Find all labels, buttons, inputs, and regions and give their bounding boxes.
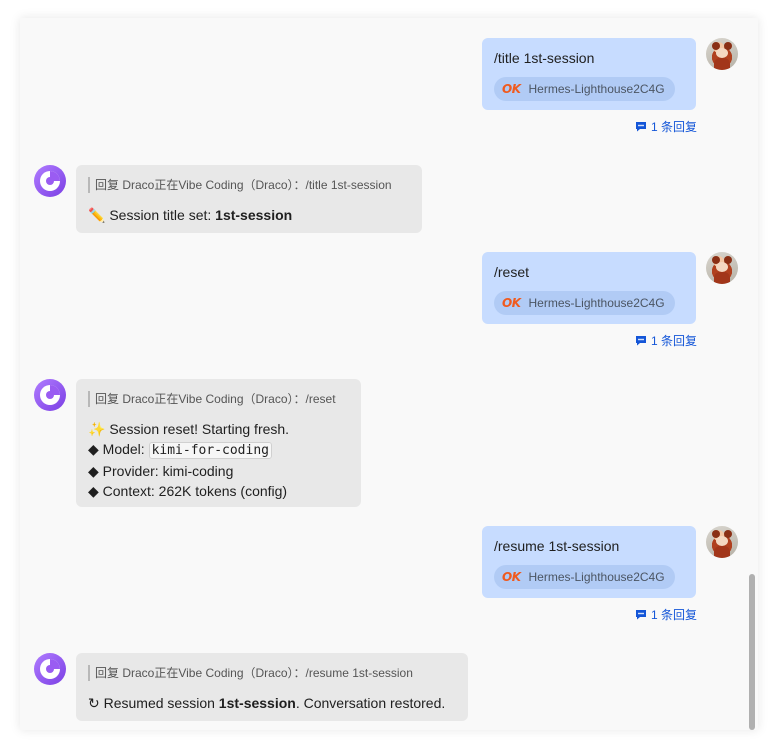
model-label: ◆ Model: <box>88 441 149 457</box>
user-message-bubble[interactable]: /resume 1st-session OK Hermes-Lighthouse… <box>482 526 696 598</box>
avatar-face <box>716 48 728 58</box>
ok-badge-icon: OK <box>502 570 521 584</box>
avatar-body <box>714 58 730 70</box>
bot-message-text: ✨ Session reset! Starting fresh. ◆ Model… <box>88 419 349 501</box>
resume-suffix: . Conversation restored. <box>295 695 446 711</box>
reply-thread-link[interactable]: 1 条回复 <box>635 332 697 349</box>
session-name: 1st-session <box>215 207 293 223</box>
comment-icon <box>636 610 646 620</box>
avatar-face <box>716 262 728 272</box>
chip-label: Hermes-Lighthouse2C4G <box>528 82 665 96</box>
purple-app-logo-icon <box>40 171 60 191</box>
reset-status-line: ✨ Session reset! Starting fresh. <box>88 421 290 437</box>
chip-label: Hermes-Lighthouse2C4G <box>528 296 665 310</box>
bot-avatar[interactable] <box>34 165 66 197</box>
chip-label: Hermes-Lighthouse2C4G <box>528 570 665 584</box>
user-avatar[interactable] <box>706 526 738 558</box>
user-command-text: /title 1st-session <box>494 50 595 66</box>
bot-message-text: ↻ Resumed session 1st-session. Conversat… <box>88 693 456 713</box>
user-avatar[interactable] <box>706 252 738 284</box>
ok-badge-icon: OK <box>502 296 521 310</box>
avatar-body <box>714 546 730 558</box>
user-avatar[interactable] <box>706 38 738 70</box>
reply-quote: 回复 Draco正在Vibe Coding（Draco）：/resume 1st… <box>88 665 456 681</box>
bot-avatar[interactable] <box>34 379 66 411</box>
reply-count: 1 条回复 <box>651 334 698 348</box>
bot-status-chip[interactable]: OK Hermes-Lighthouse2C4G <box>494 565 675 589</box>
model-line: ◆ Model: kimi-for-coding <box>88 439 349 461</box>
user-command-text: /reset <box>494 264 530 280</box>
ok-badge-icon: OK <box>502 82 521 96</box>
user-message-bubble[interactable]: /title 1st-session OK Hermes-Lighthouse2… <box>482 38 696 110</box>
purple-app-logo-icon <box>40 659 60 679</box>
bot-message-bubble[interactable]: 回复 Draco正在Vibe Coding（Draco）：/title 1st-… <box>76 165 422 233</box>
resume-prefix: ↻ Resumed session <box>88 695 219 711</box>
reply-count: 1 条回复 <box>651 608 698 622</box>
reply-thread-link[interactable]: 1 条回复 <box>635 118 697 135</box>
reply-count: 1 条回复 <box>651 120 698 134</box>
user-command-text: /resume 1st-session <box>494 538 620 554</box>
comment-icon <box>636 336 646 346</box>
model-value-code: kimi-for-coding <box>148 442 272 459</box>
title-set-prefix: ✏️ Session title set: <box>88 207 216 223</box>
reply-quote: 回复 Draco正在Vibe Coding（Draco）：/title 1st-… <box>88 177 410 193</box>
provider-line: ◆ Provider: kimi-coding <box>88 463 234 479</box>
reply-quote: 回复 Draco正在Vibe Coding（Draco）：/reset <box>88 391 349 407</box>
user-message-bubble[interactable]: /reset OK Hermes-Lighthouse2C4G <box>482 252 696 324</box>
context-line: ◆ Context: 262K tokens (config) <box>88 483 288 499</box>
reply-thread-link[interactable]: 1 条回复 <box>635 606 697 623</box>
bot-message-bubble[interactable]: 回复 Draco正在Vibe Coding（Draco）：/reset ✨ Se… <box>76 379 361 507</box>
vertical-scrollbar[interactable] <box>749 574 755 730</box>
bot-message-text: ✏️ Session title set: 1st-session <box>88 205 410 225</box>
avatar-body <box>714 272 730 284</box>
bot-status-chip[interactable]: OK Hermes-Lighthouse2C4G <box>494 291 675 315</box>
bot-message-bubble[interactable]: 回复 Draco正在Vibe Coding（Draco）：/resume 1st… <box>76 653 468 721</box>
session-name: 1st-session <box>218 695 296 711</box>
bot-status-chip[interactable]: OK Hermes-Lighthouse2C4G <box>494 77 675 101</box>
avatar-face <box>716 536 728 546</box>
purple-app-logo-icon <box>40 385 60 405</box>
chat-window: /title 1st-session OK Hermes-Lighthouse2… <box>20 18 758 730</box>
comment-icon <box>636 122 646 132</box>
bot-avatar[interactable] <box>34 653 66 685</box>
